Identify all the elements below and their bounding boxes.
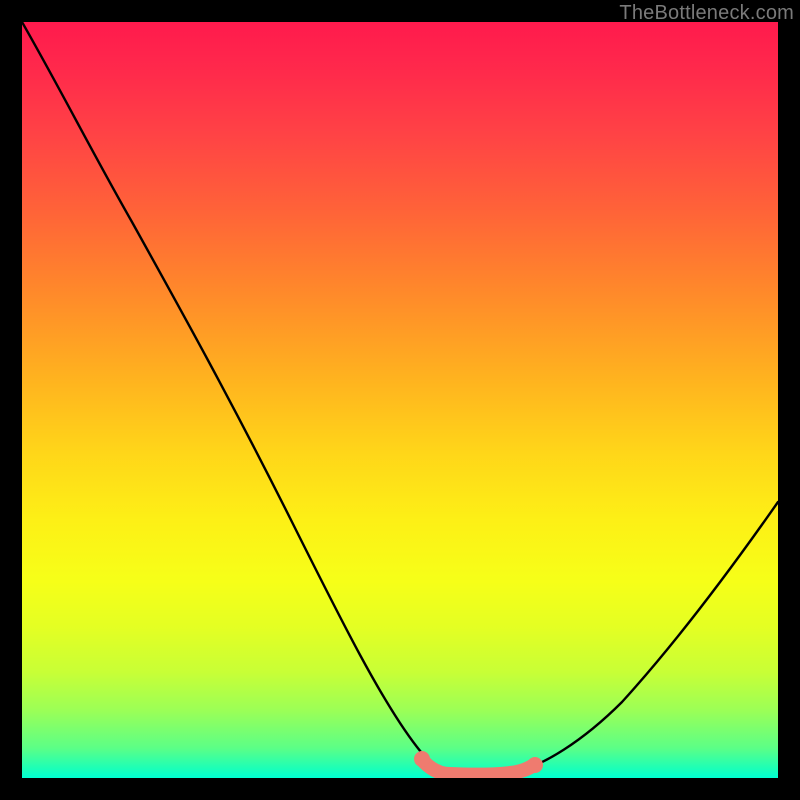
chart-frame [22,22,778,778]
watermark-text: TheBottleneck.com [619,2,794,25]
curve-layer [22,22,778,778]
bottleneck-curve [22,22,778,774]
plot-area [22,22,778,778]
optimal-highlight [414,751,543,775]
